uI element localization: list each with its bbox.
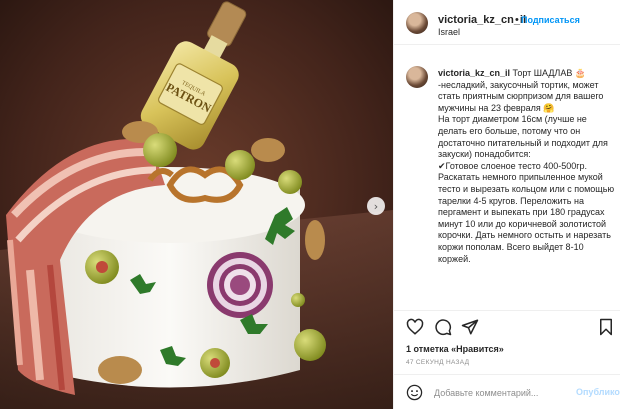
comment-bar: Опубликовать	[394, 374, 620, 409]
cake-photo: TEQUILA PATRON	[0, 0, 393, 409]
follow-button[interactable]: Подписаться	[521, 15, 580, 25]
caption-username[interactable]: victoria_kz_cn_il	[438, 68, 510, 78]
share-icon[interactable]	[461, 318, 479, 336]
post-side-panel: victoria_kz_cn_il • Подписаться Israel v…	[393, 0, 620, 409]
emoji-icon[interactable]	[406, 384, 423, 401]
action-bar	[394, 310, 620, 342]
likes-label: 1 отметка «Нравится»	[406, 344, 504, 354]
likes-count[interactable]: 1 отметка «Нравится»	[406, 344, 504, 354]
post-caption: victoria_kz_cn_il Торт ШАДЛАВ 🎂 -несладк…	[406, 66, 616, 306]
comment-icon[interactable]	[434, 318, 452, 336]
header-username[interactable]: victoria_kz_cn_il	[438, 14, 526, 26]
post-location[interactable]: Israel	[438, 27, 460, 37]
caption-avatar[interactable]	[406, 66, 428, 88]
heart-icon[interactable]	[406, 318, 424, 336]
avatar[interactable]	[406, 12, 428, 34]
post-timestamp[interactable]: 47 СЕКУНД НАЗАД	[406, 359, 469, 366]
chevron-right-icon: ›	[373, 199, 379, 213]
post-photo[interactable]: TEQUILA PATRON ›	[0, 0, 393, 409]
caption-body: Торт ШАДЛАВ 🎂 -несладкий, закусочный тор…	[438, 68, 615, 264]
caption-text: victoria_kz_cn_il Торт ШАДЛАВ 🎂 -несладк…	[438, 68, 616, 265]
bookmark-icon[interactable]	[597, 318, 615, 336]
next-image-button[interactable]: ›	[367, 197, 385, 215]
publish-button[interactable]: Опубликовать	[576, 387, 620, 397]
post-header: victoria_kz_cn_il • Подписаться Israel	[394, 0, 620, 45]
comment-input[interactable]	[434, 385, 564, 400]
separator-dot: •	[515, 14, 519, 26]
